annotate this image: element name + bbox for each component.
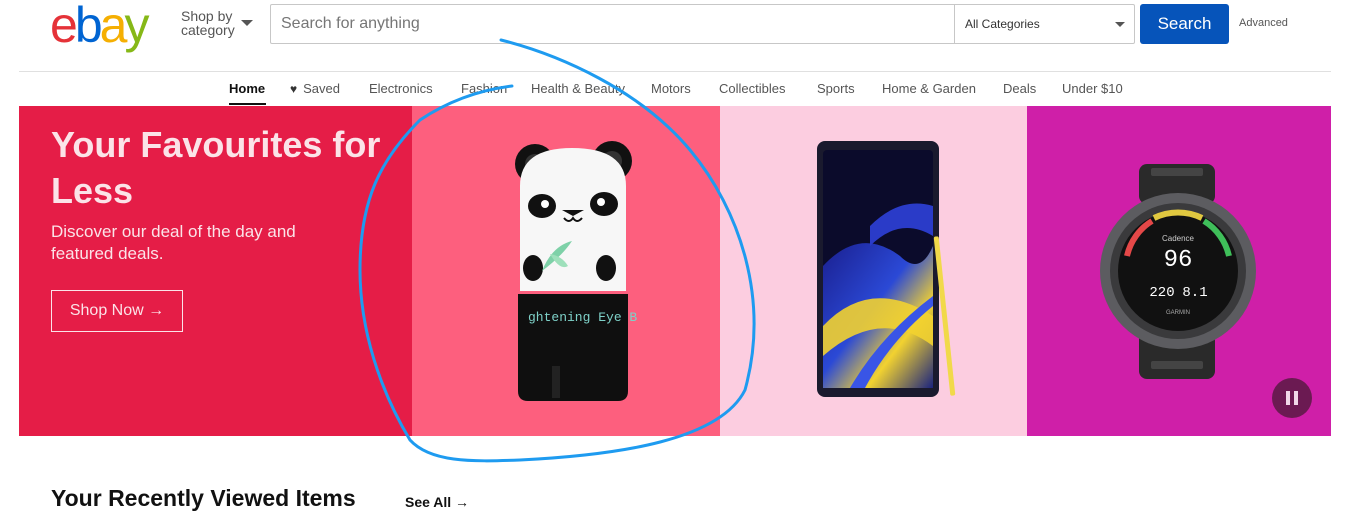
nav-item-under-10[interactable]: Under $10	[1062, 81, 1123, 96]
watch-metric-label: Cadence	[1162, 234, 1195, 243]
search-bar: All Categories	[270, 4, 1135, 44]
advanced-search-link[interactable]: Advanced	[1239, 17, 1288, 29]
shop-by-category-label: Shop by category	[181, 8, 235, 38]
category-select[interactable]: All Categories	[954, 5, 1135, 43]
watch-metric-value: 96	[1164, 247, 1193, 274]
category-select-value: All Categories	[965, 17, 1040, 31]
nav-item-health-beauty[interactable]: Health & Beauty	[531, 81, 625, 96]
hero-text-panel: Your Favourites for Less Discover our de…	[19, 106, 412, 436]
pause-icon	[1286, 391, 1290, 405]
panda-eye-balm-image: ghtening Eye B	[515, 141, 637, 401]
chevron-down-icon	[1115, 22, 1125, 27]
see-all-link[interactable]: See All →	[405, 494, 469, 510]
search-input[interactable]	[271, 5, 954, 43]
shop-by-category-button[interactable]: Shop by category	[181, 9, 261, 41]
nav-item-deals[interactable]: Deals	[1003, 81, 1036, 96]
nav-item-sports[interactable]: Sports	[817, 81, 855, 96]
nav-item-electronics[interactable]: Electronics	[369, 81, 433, 96]
category-nav: Home ♥ Saved Electronics Fashion Health &…	[0, 72, 1364, 106]
watch-secondary-value-1: 220	[1149, 285, 1174, 301]
nav-item-fashion[interactable]: Fashion	[461, 81, 507, 96]
heart-icon: ♥	[290, 82, 298, 96]
hero-subtitle: Discover our deal of the day and feature…	[51, 222, 296, 263]
nav-item-saved-label: Saved	[303, 81, 340, 96]
nav-item-home-garden[interactable]: Home & Garden	[882, 81, 976, 96]
ebay-logo[interactable]: ebay	[50, 0, 170, 50]
hero-product-panda-eye-balm[interactable]: ghtening Eye B	[412, 106, 720, 436]
hero-carousel[interactable]: Your Favourites for Less Discover our de…	[19, 106, 1331, 436]
search-button[interactable]: Search	[1140, 4, 1229, 44]
watch-secondary-value-2: 8.1	[1182, 285, 1207, 301]
hero-product-phone[interactable]	[720, 106, 1027, 436]
nav-item-motors[interactable]: Motors	[651, 81, 691, 96]
nav-item-collectibles[interactable]: Collectibles	[719, 81, 785, 96]
product-label-text: ghtening Eye B	[528, 310, 637, 325]
carousel-pause-button[interactable]	[1272, 378, 1312, 418]
nav-item-saved[interactable]: ♥ Saved	[290, 81, 340, 96]
shop-now-button[interactable]: Shop Now →	[51, 290, 183, 332]
chevron-down-icon	[241, 20, 253, 26]
active-tab-indicator	[229, 103, 266, 105]
hero-title: Your Favourites for Less	[51, 124, 381, 211]
recently-viewed-title: Your Recently Viewed Items	[51, 485, 356, 511]
nav-item-home[interactable]: Home	[229, 81, 265, 96]
smartphone-image	[817, 141, 956, 397]
watch-brand-text: GARMIN	[1166, 310, 1190, 316]
